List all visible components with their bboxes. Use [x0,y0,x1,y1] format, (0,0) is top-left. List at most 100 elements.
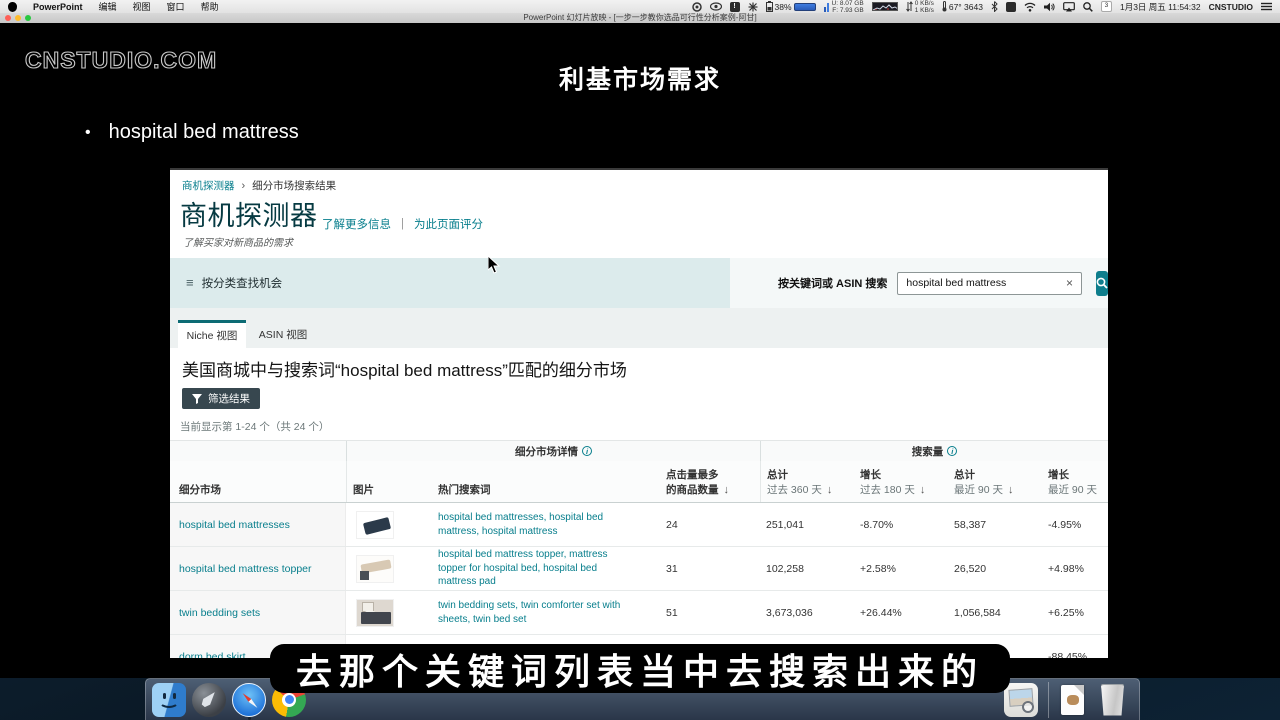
results-count: 当前显示第 1-24 个（共 24 个） [180,419,329,434]
category-toggle-label: 按分类查找机会 [202,275,283,291]
user-menu[interactable]: CNSTUDIO [1209,2,1253,12]
airplay-icon[interactable] [1063,2,1075,12]
app-status-icon[interactable] [692,2,702,12]
growth-180-value: +2.58% [854,547,948,590]
learn-more-link[interactable]: 了解更多信息 [322,216,391,232]
input-source-icon[interactable] [1006,2,1016,12]
dock-finder-icon[interactable] [152,683,186,717]
volume-icon[interactable] [1044,2,1055,12]
niche-link[interactable]: dorm bed skirt [179,651,246,659]
network-indicator[interactable]: 0 KB/s1 KB/s [906,0,934,14]
tab-asin-view[interactable]: ASIN 视图 [254,320,312,348]
search-input-box[interactable]: × [897,272,1082,295]
growth-90-value: +6.25% [1042,591,1108,634]
table-header-row: 细分市场 图片 热门搜索词 点击量最多 的商品数量 ↓ 总计 过去 360 天 … [170,461,1108,503]
category-toggle[interactable]: ≡ 按分类查找机会 [170,258,730,308]
menu-help[interactable]: 帮助 [201,0,219,13]
growth-90-value: -4.95% [1042,503,1108,546]
clear-search-icon[interactable]: × [1066,276,1073,290]
memory-indicator[interactable]: U: 8.07 GBF: 7.93 GB [824,0,864,14]
tab-niche-view[interactable]: Niche 视图 [178,320,246,348]
table-row: twin bedding sets twin bedding sets, twi… [170,591,1108,635]
search-button[interactable] [1096,271,1108,296]
total-360-value: 102,258 [760,547,854,590]
cpu-graph-icon[interactable] [872,2,898,11]
menu-bar: PowerPoint 编辑 视图 窗口 帮助 ! 38% U: 8.07 GBF… [0,0,1280,13]
page-title: 商机探测器 [180,194,318,233]
eye-icon[interactable] [710,2,722,11]
total-90-value: 58,387 [948,503,1042,546]
niche-link[interactable]: hospital bed mattresses [179,519,290,531]
menu-edit[interactable]: 编辑 [99,0,117,13]
dock-document-icon[interactable] [1055,683,1089,717]
info-icon[interactable]: i [582,446,592,456]
breadcrumb-current: 细分市场搜索结果 [252,178,336,193]
search-label: 按关键词或 ASIN 搜索 [778,275,887,291]
wifi-icon[interactable] [1024,2,1036,12]
keywords-link[interactable]: hospital bed mattresses, hospital bed ma… [438,511,660,538]
bluetooth-icon[interactable] [991,1,998,12]
mouse-cursor [488,256,501,280]
filter-results-button[interactable]: 筛选结果 [182,388,260,409]
dock-trash-icon[interactable] [1095,683,1129,717]
table-row: hospital bed mattresses hospital bed mat… [170,503,1108,547]
breadcrumb-root-link[interactable]: 商机探测器 [182,178,235,193]
asterisk-icon[interactable] [748,2,758,12]
divider: | [401,218,404,230]
slide-bullet: • hospital bed mattress [85,121,299,144]
dock-preview-icon[interactable] [1004,683,1038,717]
growth-90-value: -88.45% [1042,635,1108,658]
product-thumbnail[interactable] [356,511,394,539]
niche-link[interactable]: twin bedding sets [179,607,260,619]
search-band: ≡ 按分类查找机会 按关键词或 ASIN 搜索 × [170,258,1108,308]
dock-safari-icon[interactable] [232,683,266,717]
dock-launchpad-icon[interactable] [192,683,226,717]
window-title-bar: PowerPoint 幻灯片放映 - [一步一步教你选品可行性分析案例-阿甘] [0,13,1280,23]
apple-icon[interactable] [8,2,17,12]
total-90-value: 1,056,584 [948,591,1042,634]
slide-title: 利基市场需求 [0,60,1280,96]
menu-view[interactable]: 视图 [133,0,151,13]
list-icon[interactable] [1261,2,1272,11]
breadcrumb: 商机探测器 › 细分市场搜索结果 [182,178,336,193]
chevron-right-icon: › [242,180,246,192]
calendar-icon[interactable]: 3 [1101,1,1112,12]
total-90-value: 26,520 [948,547,1042,590]
info-icon[interactable]: i [947,446,957,456]
search-input[interactable] [906,277,1066,289]
product-thumbnail[interactable] [356,599,394,627]
hamburger-icon: ≡ [186,278,194,288]
niche-table: 细分市场详情 i 搜索量 i 细分市场 图片 热门搜索词 点击量最多 的商品数量… [170,440,1108,658]
keywords-link[interactable]: twin bedding sets, twin comforter set wi… [438,599,660,626]
warning-icon[interactable]: ! [730,2,740,12]
temp-fan-indicator[interactable]: 67° 3643 [942,1,983,12]
growth-180-value: -8.70% [854,503,948,546]
search-icon [1096,277,1108,289]
bullet-text: hospital bed mattress [109,121,299,144]
clicked-products-value: 31 [660,547,760,590]
product-thumbnail[interactable] [356,555,394,583]
page-tagline: 了解买家对新商品的需求 [183,234,293,249]
table-group-header: 细分市场详情 i 搜索量 i [170,441,1108,461]
spotlight-icon[interactable] [1083,2,1093,12]
clicked-products-value: 51 [660,591,760,634]
menu-powerpoint[interactable]: PowerPoint [33,2,83,12]
rate-page-link[interactable]: 为此页面评分 [414,216,483,232]
sort-arrow-icon[interactable]: ↓ [724,484,730,496]
funnel-icon [192,394,202,404]
battery-indicator[interactable]: 38% [766,1,816,12]
niche-link[interactable]: hospital bed mattress topper [179,563,312,575]
presentation-slide: CNSTUDIO.COM 利基市场需求 • hospital bed mattr… [0,23,1280,678]
subtitle-caption: 去那个关键词列表当中去搜索出来的 [270,644,1010,693]
window-title: PowerPoint 幻灯片放映 - [一步一步教你选品可行性分析案例-阿甘] [0,13,1280,23]
keywords-link[interactable]: hospital bed mattress topper, mattress t… [438,548,660,589]
bullet-icon: • [85,124,91,142]
dock-separator [1048,682,1049,718]
sort-arrow-icon[interactable]: ↓ [827,484,833,496]
menu-window[interactable]: 窗口 [167,0,185,13]
amazon-explorer-screenshot: 商机探测器 › 细分市场搜索结果 商机探测器 了解更多信息 | 为此页面评分 了… [170,168,1108,658]
sort-arrow-icon[interactable]: ↓ [920,484,926,496]
clock-text[interactable]: 1月3日 周五 11:54:32 [1120,1,1201,13]
sort-arrow-icon[interactable]: ↓ [1008,484,1014,496]
view-tabs: Niche 视图 ASIN 视图 [170,308,1108,348]
